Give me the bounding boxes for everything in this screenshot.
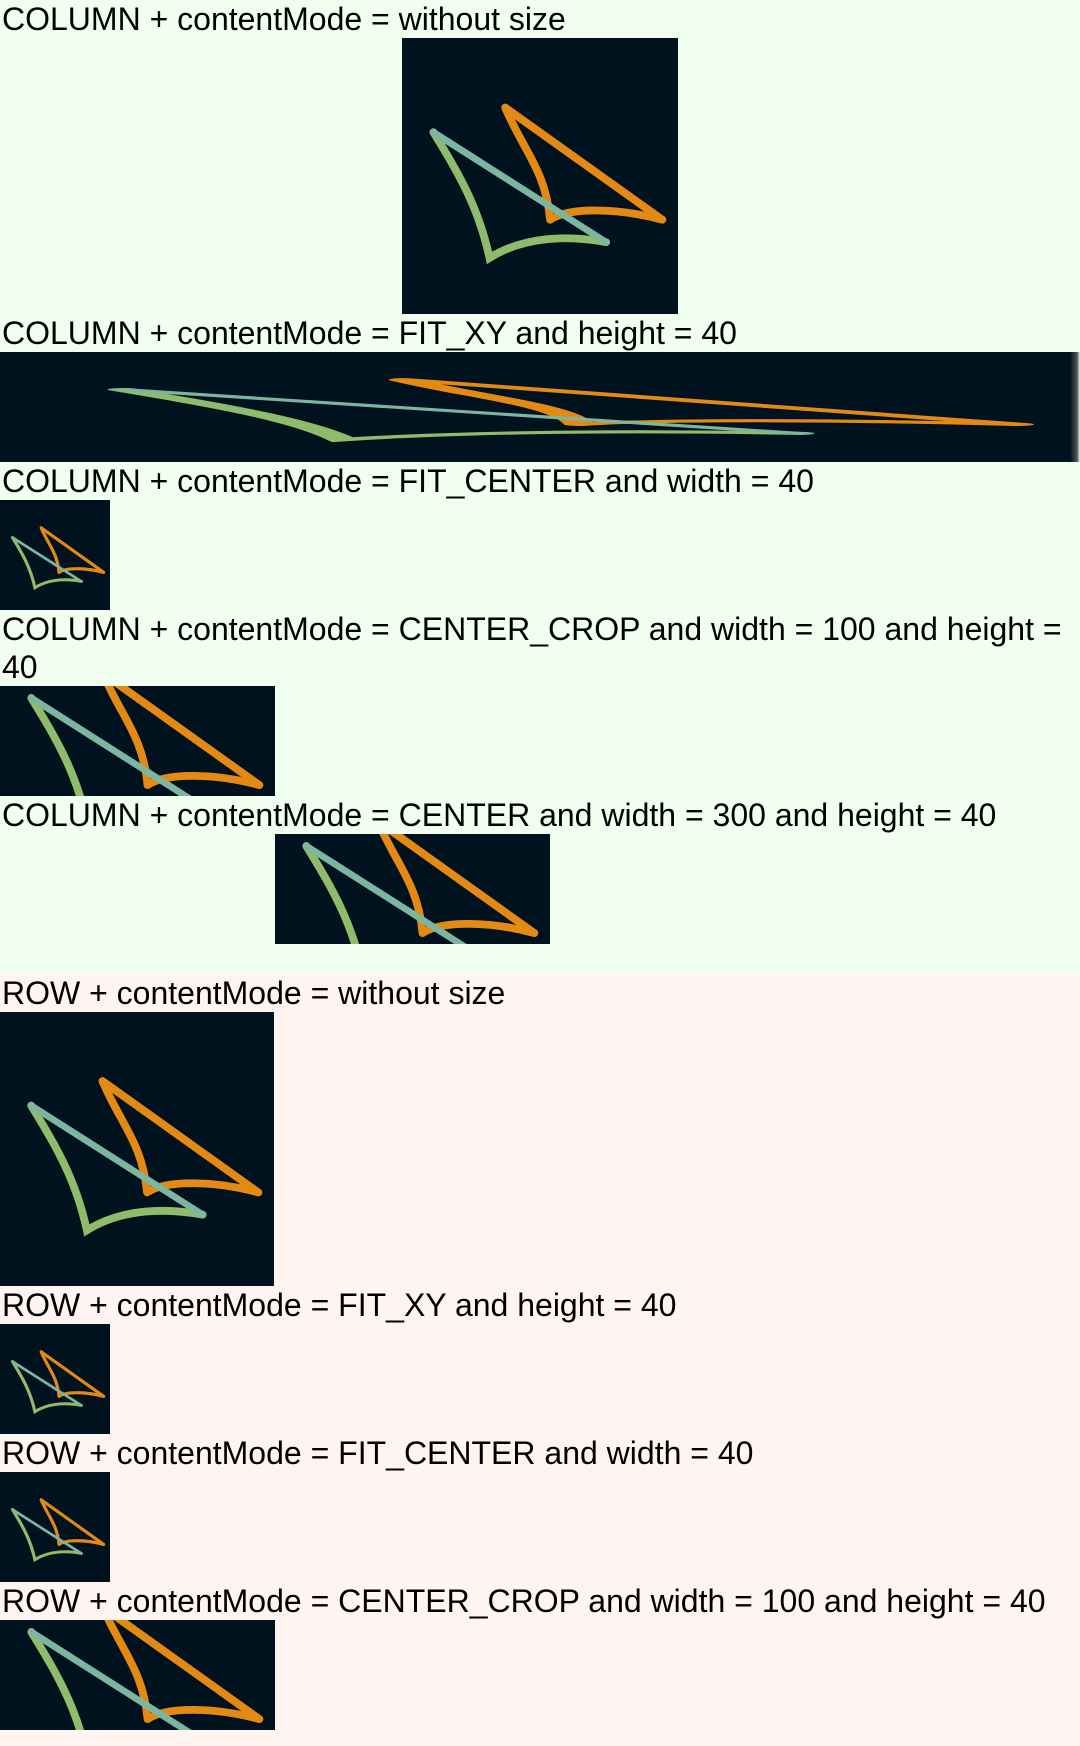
column-label-center: COLUMN + contentMode = CENTER and width … bbox=[2, 797, 997, 833]
row-section: ROW + contentMode = without size ROW + c… bbox=[0, 974, 1080, 1746]
sail-logo-icon bbox=[402, 38, 678, 314]
sail-logo-icon bbox=[10, 526, 106, 590]
column-label-center-crop: COLUMN + contentMode = CENTER_CROP and w… bbox=[2, 611, 1062, 685]
sail-logo-icon bbox=[10, 1498, 106, 1562]
row-image-without-size bbox=[0, 1012, 274, 1286]
sail-logo-icon bbox=[0, 686, 275, 796]
row-image-center-crop bbox=[0, 1620, 275, 1730]
sail-logo-icon bbox=[0, 1012, 274, 1286]
row-label-center-crop: ROW + contentMode = CENTER_CROP and widt… bbox=[2, 1583, 1046, 1619]
row-image-fit-xy bbox=[0, 1324, 110, 1434]
sail-logo-icon bbox=[10, 1350, 106, 1414]
row-label-fit-xy: ROW + contentMode = FIT_XY and height = … bbox=[2, 1287, 677, 1323]
column-image-center-crop bbox=[0, 686, 275, 796]
row-image-fit-center bbox=[0, 1472, 110, 1582]
column-image-without-size bbox=[402, 38, 678, 314]
column-label-fit-xy: COLUMN + contentMode = FIT_XY and height… bbox=[2, 315, 737, 351]
column-image-center bbox=[275, 834, 550, 944]
column-section: COLUMN + contentMode = without size COLU… bbox=[0, 0, 1080, 974]
column-label-without-size: COLUMN + contentMode = without size bbox=[2, 1, 566, 37]
column-image-fit-center bbox=[0, 500, 110, 610]
column-image-fit-xy bbox=[0, 352, 1080, 462]
column-label-fit-center: COLUMN + contentMode = FIT_CENTER and wi… bbox=[2, 463, 814, 499]
row-label-fit-center: ROW + contentMode = FIT_CENTER and width… bbox=[2, 1435, 754, 1471]
image-edge bbox=[1070, 352, 1080, 462]
sail-logo-icon bbox=[0, 1620, 275, 1730]
sail-logo-icon bbox=[0, 352, 1080, 462]
sail-logo-icon bbox=[275, 834, 550, 944]
row-label-without-size: ROW + contentMode = without size bbox=[2, 975, 506, 1011]
